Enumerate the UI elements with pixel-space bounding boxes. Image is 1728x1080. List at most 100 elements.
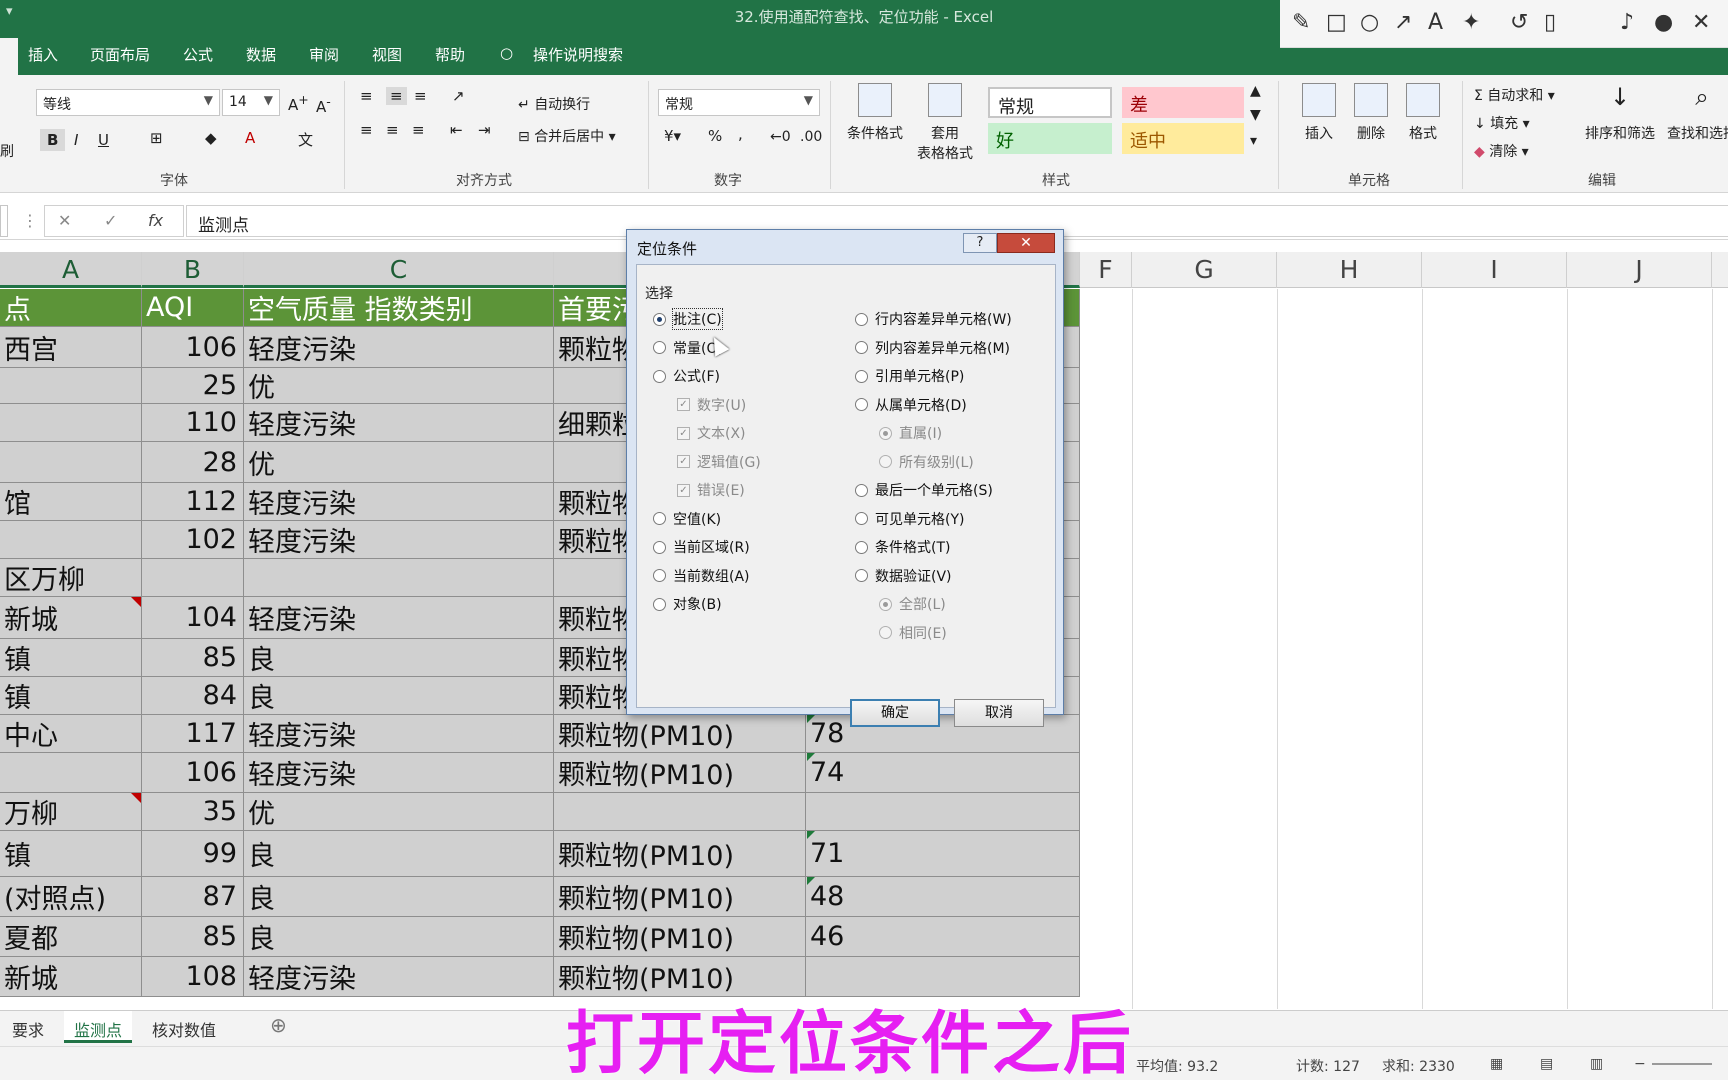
orientation-icon[interactable]: ↗: [452, 87, 465, 105]
column-header-c[interactable]: C: [244, 252, 554, 288]
table-cell[interactable]: 镇: [0, 677, 142, 714]
font-name-combo[interactable]: 等线 ▼: [36, 89, 220, 116]
styles-more-icon[interactable]: ▾: [1250, 133, 1257, 149]
style-bad[interactable]: 差: [1122, 87, 1244, 118]
tab-data[interactable]: 数据: [246, 44, 276, 65]
table-cell[interactable]: [0, 753, 142, 792]
currency-icon[interactable]: ¥▾: [664, 127, 681, 145]
pencil-icon[interactable]: ✎: [1292, 10, 1310, 35]
table-cell[interactable]: (对照点): [0, 877, 142, 916]
table-cell[interactable]: [0, 404, 142, 441]
clear-button[interactable]: ◆ 清除 ▾: [1474, 141, 1529, 161]
ok-button[interactable]: 确定: [850, 699, 940, 727]
percent-button[interactable]: %: [708, 127, 722, 145]
table-cell[interactable]: [806, 793, 1080, 830]
speaker-icon[interactable]: ♪: [1620, 10, 1634, 35]
align-right-icon[interactable]: ≡: [412, 121, 425, 139]
table-cell[interactable]: 108: [142, 957, 244, 996]
header-cell[interactable]: 空气质量 指数类别: [244, 289, 554, 326]
option-left-10[interactable]: 对象(B): [653, 594, 722, 614]
autosum-button[interactable]: Σ 自动求和 ▾: [1474, 85, 1555, 105]
column-header-i[interactable]: I: [1422, 252, 1567, 288]
styles-scroll-up-icon[interactable]: ▲: [1250, 83, 1261, 99]
table-cell[interactable]: 87: [142, 877, 244, 916]
option-right-0[interactable]: 行内容差异单元格(W): [855, 309, 1012, 329]
table-cell[interactable]: 新城: [0, 597, 142, 638]
table-cell[interactable]: 新城: [0, 957, 142, 996]
style-normal[interactable]: 常规: [988, 87, 1112, 118]
table-cell[interactable]: 颗粒物(PM10): [554, 831, 806, 876]
header-cell[interactable]: AQI: [142, 289, 244, 326]
column-header-b[interactable]: B: [142, 252, 244, 288]
styles-scroll-down-icon[interactable]: ▼: [1250, 107, 1261, 123]
page-break-view-icon[interactable]: ▥: [1590, 1056, 1603, 1072]
cancel-icon[interactable]: ✕: [58, 211, 71, 230]
table-cell[interactable]: 轻度污染: [244, 753, 554, 792]
table-cell[interactable]: 104: [142, 597, 244, 638]
close-button[interactable]: ✕: [997, 233, 1055, 253]
phonetic-icon[interactable]: 文: [298, 129, 313, 150]
table-cell[interactable]: 优: [244, 442, 554, 482]
tab-home-edge[interactable]: [0, 38, 18, 75]
italic-button[interactable]: I: [74, 131, 78, 149]
table-cell[interactable]: 颗粒物(PM10): [554, 753, 806, 792]
table-cell[interactable]: 区万柳: [0, 559, 142, 596]
insert-function-icon[interactable]: fx: [148, 211, 163, 230]
sheet-tab-monitoring[interactable]: 监测点: [64, 1011, 133, 1043]
table-cell[interactable]: 镇: [0, 831, 142, 876]
table-cell[interactable]: 轻度污染: [244, 597, 554, 638]
rect-icon[interactable]: □: [1326, 10, 1347, 35]
table-cell[interactable]: 良: [244, 831, 554, 876]
table-cell[interactable]: 良: [244, 917, 554, 956]
table-cell[interactable]: 106: [142, 327, 244, 367]
format-cells-button[interactable]: 格式: [1396, 83, 1450, 143]
table-cell[interactable]: [0, 442, 142, 482]
sheet-tab-check[interactable]: 核对数值: [152, 1017, 216, 1041]
table-cell[interactable]: 优: [244, 368, 554, 403]
option-left-7[interactable]: 空值(K): [653, 509, 721, 529]
column-header-a[interactable]: A: [0, 252, 142, 288]
decrease-decimal-icon[interactable]: .00: [800, 129, 822, 145]
table-cell[interactable]: 110: [142, 404, 244, 441]
normal-view-icon[interactable]: ▦: [1490, 1056, 1503, 1072]
table-cell[interactable]: 71: [806, 831, 1080, 876]
table-cell[interactable]: 轻度污染: [244, 483, 554, 520]
border-icon[interactable]: ⊞: [150, 129, 163, 147]
table-cell[interactable]: [142, 559, 244, 596]
option-right-2[interactable]: 引用单元格(P): [855, 366, 964, 386]
add-sheet-icon[interactable]: ⊕: [270, 1013, 287, 1037]
table-cell[interactable]: 84: [142, 677, 244, 714]
arrow-icon[interactable]: ↗: [1394, 10, 1412, 35]
font-size-combo[interactable]: 14 ▼: [222, 89, 280, 116]
underline-button[interactable]: U: [98, 131, 109, 149]
column-header-f[interactable]: F: [1080, 252, 1132, 288]
close-icon[interactable]: ✕: [1692, 10, 1710, 35]
table-cell[interactable]: 25: [142, 368, 244, 403]
font-color-icon[interactable]: A: [245, 129, 255, 147]
option-right-1[interactable]: 列内容差异单元格(M): [855, 338, 1010, 358]
style-good[interactable]: 好: [988, 123, 1112, 154]
number-format-combo[interactable]: 常规 ▼: [658, 89, 820, 116]
tab-formulas[interactable]: 公式: [183, 44, 213, 65]
option-right-8[interactable]: 条件格式(T): [855, 537, 950, 557]
table-cell[interactable]: 颗粒物(PM10): [554, 877, 806, 916]
table-cell[interactable]: 颗粒物(PM10): [554, 715, 806, 752]
align-top-icon[interactable]: ≡: [360, 87, 373, 105]
enter-icon[interactable]: ✓: [104, 211, 117, 230]
shrink-font-icon[interactable]: A-: [316, 94, 331, 116]
decrease-indent-icon[interactable]: ⇤: [450, 121, 463, 139]
option-left-0[interactable]: 批注(C): [653, 308, 723, 330]
column-header-g[interactable]: G: [1132, 252, 1277, 288]
align-bottom-icon[interactable]: ≡: [414, 87, 427, 105]
tab-insert[interactable]: 插入: [28, 44, 58, 65]
table-cell[interactable]: 102: [142, 521, 244, 558]
option-right-9[interactable]: 数据验证(V): [855, 566, 952, 586]
empty-grid-area[interactable]: [1082, 289, 1728, 1009]
table-cell[interactable]: 28: [142, 442, 244, 482]
merge-center-button[interactable]: ⊟ 合并后居中 ▾: [518, 126, 616, 146]
mic-icon[interactable]: ●: [1654, 10, 1673, 35]
table-cell[interactable]: 镇: [0, 639, 142, 676]
table-cell[interactable]: 117: [142, 715, 244, 752]
table-cell[interactable]: 良: [244, 877, 554, 916]
page-layout-view-icon[interactable]: ▤: [1540, 1056, 1553, 1072]
